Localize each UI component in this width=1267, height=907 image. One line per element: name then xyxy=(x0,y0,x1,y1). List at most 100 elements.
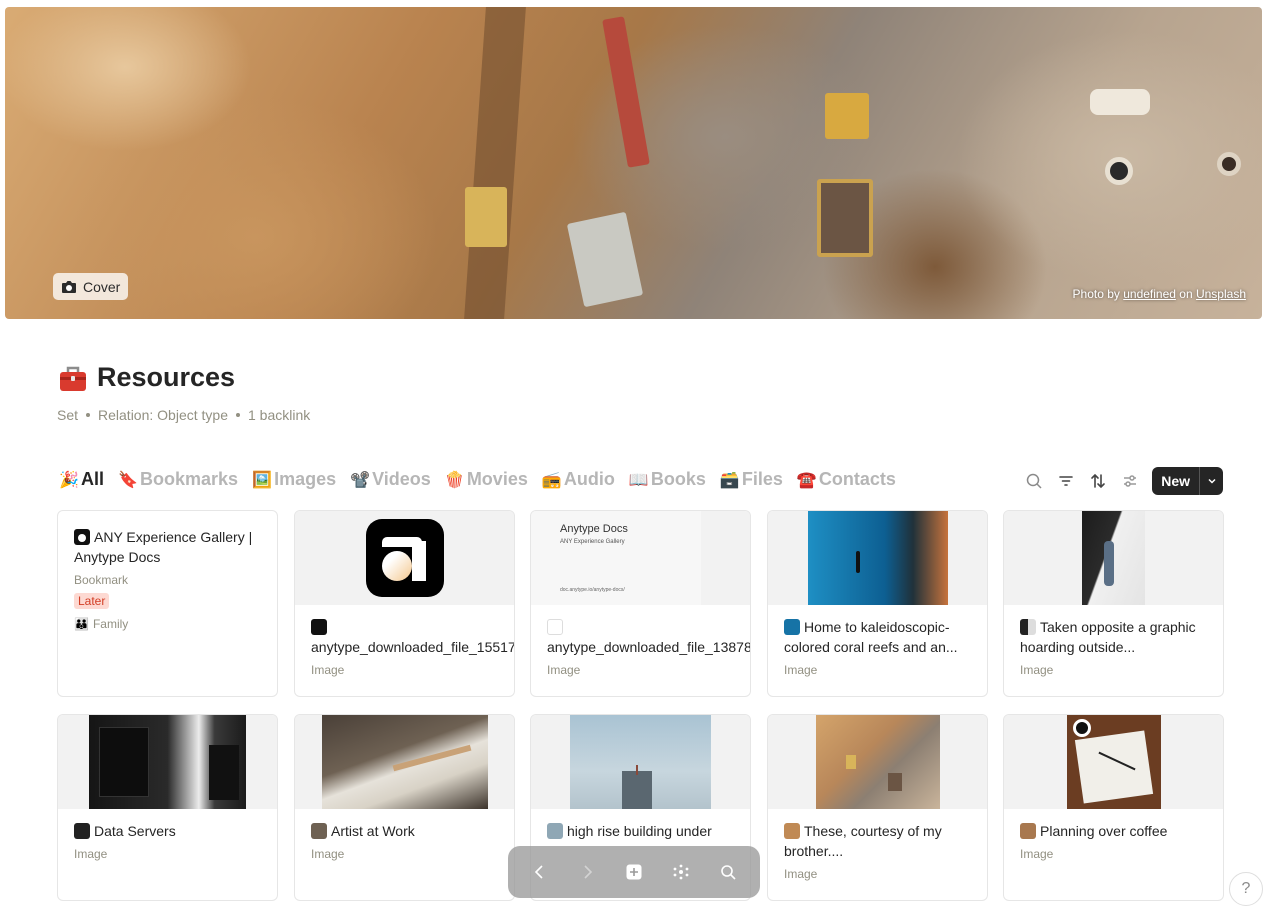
card-file-box-icon: 🗃️ xyxy=(719,471,740,489)
card-name: Planning over coffee xyxy=(1040,823,1168,839)
excavator xyxy=(825,93,869,139)
page-meta: Set Relation: Object type 1 backlink xyxy=(57,407,310,423)
radio-icon: 📻 xyxy=(541,471,562,489)
doc-preview: Anytype Docs ANY Experience Gallery doc.… xyxy=(531,511,701,605)
card-thumbnail xyxy=(1004,715,1223,809)
chevron-down-icon[interactable] xyxy=(1199,467,1223,495)
page-title[interactable]: Resources xyxy=(97,362,235,393)
building-image xyxy=(570,715,711,809)
tab-audio[interactable]: 📻 Audio xyxy=(542,469,615,490)
help-button[interactable]: ? xyxy=(1229,872,1263,906)
search-icon[interactable] xyxy=(1024,471,1044,491)
preview-title: Anytype Docs xyxy=(560,523,628,535)
tab-label: Bookmarks xyxy=(140,469,239,489)
card-thumbnail xyxy=(295,715,514,809)
plus-icon[interactable] xyxy=(622,860,646,884)
meta-separator xyxy=(86,413,91,417)
toolbox-icon[interactable] xyxy=(57,363,89,393)
card-title: These, courtesy of my brother.... xyxy=(784,821,971,861)
cover-image: Cover Photo by undefined on Unsplash xyxy=(5,7,1262,319)
anytype-logo-icon xyxy=(311,619,327,635)
meta-set: Set xyxy=(57,407,79,423)
tab-videos[interactable]: 📽️ Videos xyxy=(350,469,431,490)
popcorn-icon: 🍿 xyxy=(444,471,465,489)
card-type: Bookmark xyxy=(74,573,129,587)
person xyxy=(1104,541,1114,586)
meta-relation[interactable]: Relation: Object type xyxy=(98,407,228,423)
coffee-cup xyxy=(1072,719,1091,737)
card-title: Data Servers xyxy=(74,821,261,841)
framed-picture-icon: 🖼️ xyxy=(252,471,273,489)
gallery-card[interactable]: Artist at Work Image xyxy=(294,714,515,901)
tab-label: Files xyxy=(741,469,783,489)
servers-thumb-icon xyxy=(74,823,90,839)
ocean-image xyxy=(807,511,948,605)
card-name: high rise building under xyxy=(567,823,712,839)
new-button-label[interactable]: New xyxy=(1152,467,1199,495)
gallery-card[interactable]: These, courtesy of my brother.... Image xyxy=(767,714,988,901)
back-arrow-icon[interactable] xyxy=(528,860,552,884)
filter-icon[interactable] xyxy=(1056,471,1076,491)
bulldozer xyxy=(465,187,507,247)
gallery-card[interactable]: Anytype Docs ANY Experience Gallery doc.… xyxy=(530,510,751,697)
cover-button[interactable]: Cover xyxy=(53,273,129,300)
preview-subtitle: ANY Experience Gallery xyxy=(560,539,625,545)
ruler xyxy=(392,744,471,772)
party-popper-icon: 🎉 xyxy=(59,471,79,489)
open-book-icon: 📖 xyxy=(628,471,649,489)
card-type: Image xyxy=(547,663,581,677)
credit-prefix: Photo by xyxy=(1072,287,1124,301)
telephone-icon: ☎️ xyxy=(796,471,817,489)
server-rack xyxy=(99,727,149,797)
card-title: anytype_downloaded_file_155175992 xyxy=(311,617,514,657)
card-thumbnail xyxy=(768,511,987,605)
bottom-navigation xyxy=(508,846,760,898)
card-type: Image xyxy=(1020,847,1054,861)
new-object-button[interactable]: New xyxy=(1152,467,1223,495)
card-title: Home to kaleidoscopic-colored coral reef… xyxy=(784,617,971,657)
graph-icon[interactable] xyxy=(669,860,693,884)
gallery-card[interactable]: Planning over coffee Image xyxy=(1003,714,1224,901)
tab-images[interactable]: 🖼️ Images xyxy=(252,469,336,490)
artist-thumb-icon xyxy=(311,823,327,839)
conveyor xyxy=(602,16,650,168)
card-name: Home to kaleidoscopic-colored coral reef… xyxy=(784,619,958,655)
settings-icon[interactable] xyxy=(1120,471,1140,491)
gallery-card[interactable]: ANY Experience Gallery | Anytype Docs Bo… xyxy=(57,510,278,697)
projector-icon: 📽️ xyxy=(350,471,371,489)
cover-button-label: Cover xyxy=(83,278,121,295)
tab-contacts[interactable]: ☎️ Contacts xyxy=(797,469,896,490)
quarry-thumb-icon xyxy=(784,823,800,839)
servers-image xyxy=(89,715,246,809)
tab-bookmarks[interactable]: 🔖 Bookmarks xyxy=(118,469,238,490)
family-icon: 👪 xyxy=(74,617,89,631)
tab-movies[interactable]: 🍿 Movies xyxy=(445,469,528,490)
tab-label: Books xyxy=(650,469,706,489)
forward-arrow-icon[interactable] xyxy=(575,860,599,884)
gallery-card[interactable]: anytype_downloaded_file_155175992 Image xyxy=(294,510,515,697)
tab-label: Contacts xyxy=(818,469,896,489)
meta-backlinks[interactable]: 1 backlink xyxy=(248,407,310,423)
sort-icon[interactable] xyxy=(1088,471,1108,491)
diver xyxy=(855,551,860,573)
person-thumb-icon xyxy=(1020,619,1036,635)
tab-files[interactable]: 🗃️ Files xyxy=(720,469,783,490)
gallery-card[interactable]: Home to kaleidoscopic-colored coral reef… xyxy=(767,510,988,697)
meta-separator xyxy=(235,413,240,417)
anytype-logo-icon xyxy=(74,529,90,545)
card-thumbnail xyxy=(531,715,750,809)
card-title: anytype_downloaded_file_1387872285 xyxy=(547,617,750,657)
relation-label: Family xyxy=(92,617,129,631)
tab-books[interactable]: 📖 Books xyxy=(629,469,706,490)
credit-source-link[interactable]: Unsplash xyxy=(1196,287,1246,301)
dump-truck xyxy=(566,211,644,308)
coffee-thumb-icon xyxy=(1020,823,1036,839)
pipe-end-2 xyxy=(1217,152,1241,176)
credit-author-link[interactable]: undefined xyxy=(1123,287,1176,301)
card-type: Image xyxy=(784,867,818,881)
tab-all[interactable]: 🎉 All xyxy=(59,469,104,490)
search-icon[interactable] xyxy=(716,860,740,884)
gallery-card[interactable]: Data Servers Image xyxy=(57,714,278,901)
bookmark-icon: 🔖 xyxy=(118,471,138,489)
gallery-card[interactable]: Taken opposite a graphic hoarding outsid… xyxy=(1003,510,1224,697)
